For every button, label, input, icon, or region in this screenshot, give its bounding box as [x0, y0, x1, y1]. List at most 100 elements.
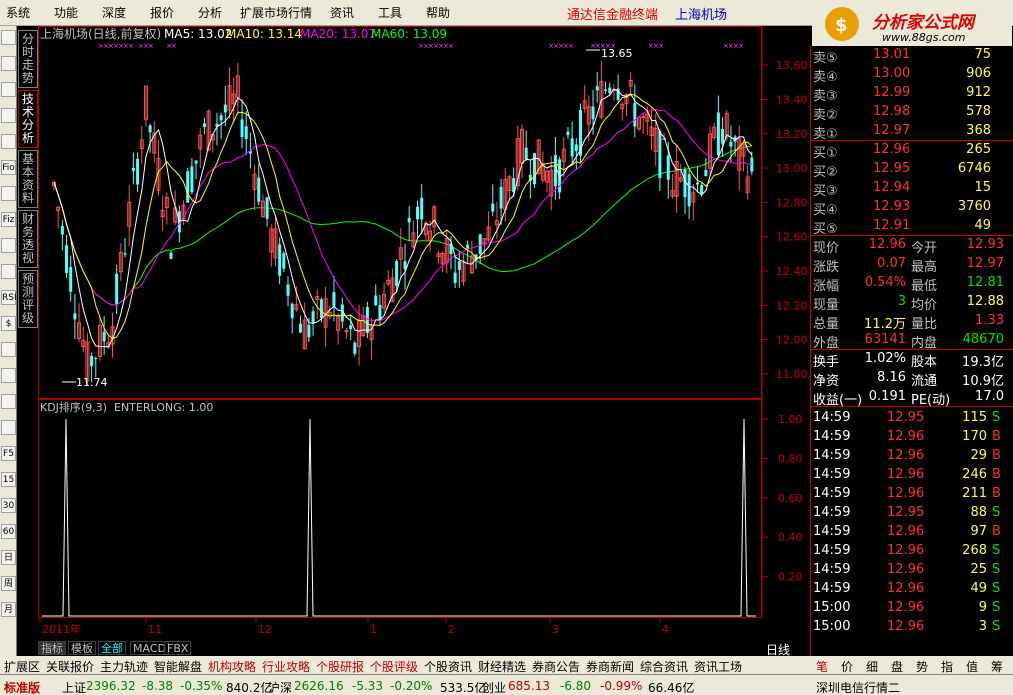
signal-mark: × — [738, 42, 744, 50]
toolbar-button-22[interactable]: 月 — [1, 602, 16, 617]
toolbar-button-8[interactable] — [1, 238, 16, 253]
candle-body — [349, 325, 353, 330]
price-chart[interactable]: 13.60 13.40 13.20 13.00 12.80 12.60 12.40 12.20… — [38, 26, 810, 399]
function-tab[interactable]: 个股资讯 — [424, 658, 472, 675]
detail-tab[interactable]: 价 — [841, 658, 853, 675]
toolbar-button-12[interactable] — [1, 342, 16, 357]
function-tab[interactable]: 资讯工场 — [694, 658, 742, 675]
tab-rating[interactable]: 预测评级 — [18, 270, 38, 328]
ask-label: 卖② — [813, 108, 838, 123]
bid-price: 12.91 — [873, 218, 911, 233]
menu-depth[interactable]: 深度 — [102, 4, 126, 21]
toolbar-button-6[interactable] — [1, 186, 16, 201]
menu-news[interactable]: 资讯 — [330, 4, 354, 21]
sh-index-change: -8.38 — [142, 679, 174, 693]
tab-basic-info[interactable]: 基本资料 — [18, 150, 38, 208]
tab-all[interactable]: 全部 — [98, 641, 126, 655]
tab-template[interactable]: 模板 — [68, 641, 96, 655]
detail-tabs: 笔价细盘势指值筹 — [810, 656, 1013, 674]
tab-intraday[interactable]: 分时走势 — [18, 30, 38, 88]
function-tab[interactable]: 智能解盘 — [154, 658, 202, 675]
kdj-y-tick-label: 0.60 — [778, 492, 803, 505]
function-tab[interactable]: 个股评级 — [370, 658, 418, 675]
toolbar-button-4[interactable] — [1, 134, 16, 149]
ask-price: 13.01 — [873, 47, 911, 62]
toolbar-button-10[interactable]: RSI — [1, 290, 17, 305]
y-tick-label: 11.80 — [776, 368, 808, 381]
detail-tab[interactable]: 势 — [916, 658, 928, 675]
function-tab[interactable]: 财经精选 — [478, 658, 526, 675]
tick-time: 15:00 — [813, 600, 851, 615]
sh-index-pct: -0.35% — [180, 679, 223, 693]
function-tab[interactable]: 机构攻略 — [208, 658, 256, 675]
detail-tab[interactable]: 盘 — [891, 658, 903, 675]
candle-body — [553, 155, 557, 187]
toolbar-button-16[interactable]: F5 — [1, 446, 16, 461]
toolbar-button-17[interactable]: 15 — [1, 472, 16, 487]
bid-volume: 3760 — [957, 199, 991, 214]
function-tab[interactable]: 主力轨迹 — [100, 658, 148, 675]
candle-body — [169, 252, 173, 259]
detail-tab[interactable]: 笔 — [816, 658, 828, 675]
kdj-chart[interactable]: KDJ排序(9,3) ENTERLONG: 1.00 1.00 0.80 0.60 0… — [38, 399, 810, 649]
tick-side: S — [992, 619, 1001, 634]
chart-area[interactable]: 13.60 13.40 13.20 13.00 12.80 12.60 12.40 12.20… — [38, 26, 810, 649]
function-tab[interactable]: 券商公告 — [532, 658, 580, 675]
fund-row: 净资 8.16 流通 10.9亿 — [811, 369, 1013, 389]
toolbar-button-20[interactable]: 日 — [1, 550, 16, 565]
bid-label: 买② — [813, 165, 838, 180]
tab-financial[interactable]: 财务透视 — [18, 210, 38, 268]
candle-body — [286, 284, 290, 296]
toolbar-button-21[interactable]: 周 — [1, 576, 16, 591]
toolbar-button-13[interactable] — [1, 368, 16, 383]
detail-tab[interactable]: 筹 — [991, 658, 1003, 675]
menu-quote[interactable]: 报价 — [150, 4, 174, 21]
toolbar-button-11[interactable]: $ — [1, 316, 16, 331]
function-tab[interactable]: 个股研报 — [316, 658, 364, 675]
function-tab[interactable]: 关联报价 — [46, 658, 94, 675]
toolbar-button-19[interactable]: 60 — [1, 524, 16, 539]
tab-fbx[interactable]: FBX — [164, 641, 192, 655]
toolbar-button-7[interactable]: Fiz — [1, 212, 16, 227]
logo-url[interactable]: www.88gs.com — [882, 31, 965, 44]
bid-volume: 15 — [974, 180, 991, 195]
candle-body — [420, 197, 424, 220]
fund-row: 换手 1.02% 股本 19.3亿 — [811, 350, 1013, 370]
function-tab[interactable]: 行业攻略 — [262, 658, 310, 675]
tab-indicator[interactable]: 指标 — [38, 641, 66, 655]
kdj-y-tick-label: 0.20 — [778, 571, 803, 584]
menu-ext-market[interactable]: 扩展市场行情 — [240, 4, 312, 21]
toolbar-button-14[interactable] — [1, 394, 16, 409]
toolbar-button-2[interactable] — [1, 82, 16, 97]
tick-price: 12.96 — [887, 581, 925, 596]
toolbar-button-0[interactable] — [1, 30, 16, 45]
function-tab[interactable]: 扩展区 — [4, 658, 40, 675]
candle-body — [696, 182, 699, 185]
toolbar-button-3[interactable] — [1, 108, 16, 123]
toolbar-button-9[interactable] — [1, 264, 16, 279]
tick-volume: 29 — [970, 448, 987, 463]
low-label: 11.74 — [76, 376, 108, 389]
candle-body — [282, 253, 286, 269]
detail-tab[interactable]: 指 — [941, 658, 953, 675]
tab-technical[interactable]: 技术分析 — [18, 90, 38, 148]
toolbar-button-18[interactable]: 30 — [1, 498, 16, 513]
candle-body — [344, 330, 349, 333]
function-tab[interactable]: 综合资讯 — [640, 658, 688, 675]
toolbar-button-1[interactable] — [1, 56, 16, 71]
detail-tab[interactable]: 细 — [866, 658, 878, 675]
toolbar-button-5[interactable]: Fio — [1, 160, 16, 175]
tick-side: B — [992, 467, 1001, 482]
menu-help[interactable]: 帮助 — [426, 4, 450, 21]
tick-side: B — [992, 486, 1001, 501]
signal-mark: × — [128, 42, 134, 50]
menu-function[interactable]: 功能 — [54, 4, 78, 21]
candle-body — [311, 311, 315, 323]
candle-body — [148, 125, 152, 133]
detail-tab[interactable]: 值 — [966, 658, 978, 675]
function-tab[interactable]: 券商新闻 — [586, 658, 634, 675]
toolbar-button-15[interactable] — [1, 420, 16, 435]
menu-tools[interactable]: 工具 — [378, 4, 402, 21]
menu-analysis[interactable]: 分析 — [198, 4, 222, 21]
menu-system[interactable]: 系统 — [6, 4, 30, 21]
